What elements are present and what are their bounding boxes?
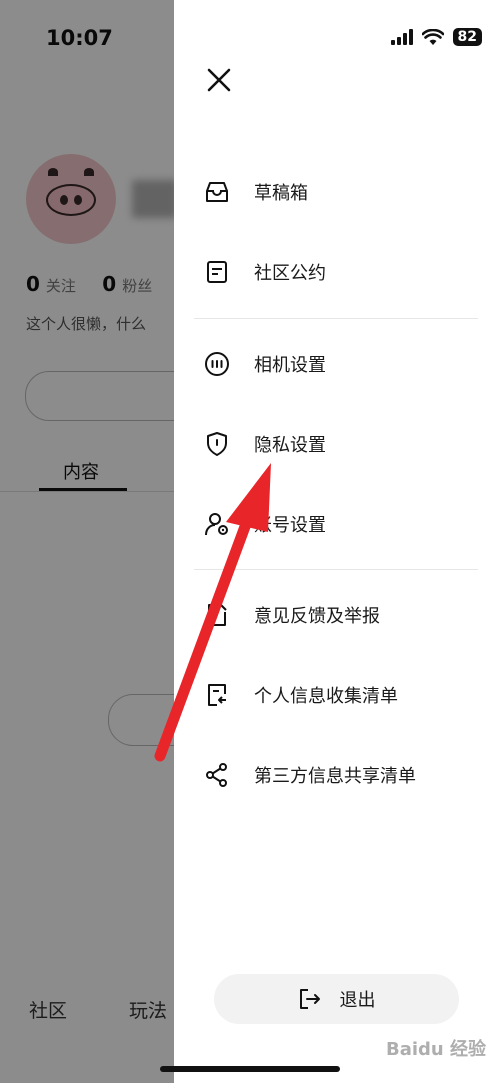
annotation-arrow xyxy=(154,463,271,762)
